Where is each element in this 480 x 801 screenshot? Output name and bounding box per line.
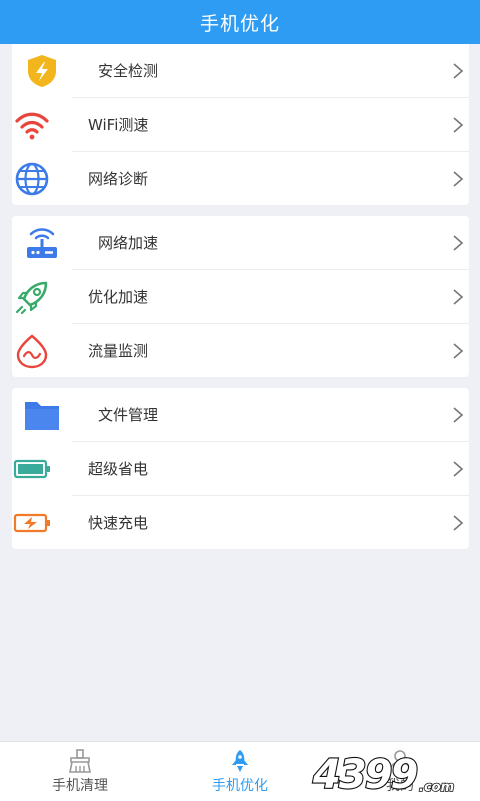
traffic-icon <box>12 331 52 371</box>
svg-text:.com: .com <box>419 780 454 795</box>
chevron-right-icon <box>453 342 464 359</box>
rocket-tab-icon <box>232 749 248 772</box>
list-item-label: 文件管理 <box>98 406 159 424</box>
tab-phone-optimize[interactable]: 手机优化 <box>160 742 320 801</box>
list-item-traffic-monitor[interactable]: 流量监测 <box>16 323 469 377</box>
settings-group-tools: 文件管理 超级省电 快速充电 <box>12 388 469 549</box>
broom-icon <box>69 748 91 773</box>
list-item-label: 网络诊断 <box>88 170 149 188</box>
tab-label: 手机清理 <box>52 777 108 794</box>
charging-icon <box>12 503 52 543</box>
chevron-right-icon <box>453 170 464 187</box>
router-icon <box>22 223 62 263</box>
settings-group-security: 安全检测 WiFi测速 网络诊断 <box>12 44 469 205</box>
list-item-security-check[interactable]: 安全检测 <box>12 44 469 97</box>
list-item-label: 快速充电 <box>88 514 149 532</box>
chevron-right-icon <box>453 460 464 477</box>
folder-icon <box>22 395 62 435</box>
battery-icon <box>12 449 52 489</box>
chevron-right-icon <box>453 62 464 79</box>
chevron-right-icon <box>453 288 464 305</box>
list-item-label: 网络加速 <box>98 234 159 252</box>
header-bar: 手机优化 <box>0 0 480 44</box>
watermark-logo: 4399 .com <box>311 751 455 796</box>
list-item-wifi-speed[interactable]: WiFi测速 <box>15 97 469 151</box>
chevron-right-icon <box>453 234 464 251</box>
rocket-icon <box>12 277 52 317</box>
svg-text:4399: 4399 <box>312 752 417 796</box>
shield-icon <box>22 51 62 91</box>
page-title: 手机优化 <box>199 12 280 35</box>
list-item-power-saving[interactable]: 超级省电 <box>13 441 469 495</box>
tab-phone-clean[interactable]: 手机清理 <box>0 742 160 801</box>
chevron-right-icon <box>453 514 464 531</box>
list-item-label: WiFi测速 <box>88 116 149 134</box>
chevron-right-icon <box>453 406 464 423</box>
chevron-right-icon <box>453 116 464 133</box>
list-item-optimize-acceleration[interactable]: 优化加速 <box>15 269 469 323</box>
globe-icon <box>12 159 52 199</box>
list-item-label: 超级省电 <box>88 460 149 478</box>
tab-label: 手机优化 <box>212 777 268 794</box>
list-item-label: 优化加速 <box>88 288 149 306</box>
list-item-label: 流量监测 <box>88 342 149 360</box>
list-item-network-acceleration[interactable]: 网络加速 <box>12 216 469 269</box>
list-item-network-diagnosis[interactable]: 网络诊断 <box>15 151 469 205</box>
wifi-icon <box>12 105 52 145</box>
list-item-file-manager[interactable]: 文件管理 <box>12 388 469 441</box>
list-item-label: 安全检测 <box>98 62 159 80</box>
settings-group-acceleration: 网络加速 优化加速 流量监测 <box>12 216 469 377</box>
list-item-fast-charge[interactable]: 快速充电 <box>13 495 469 549</box>
